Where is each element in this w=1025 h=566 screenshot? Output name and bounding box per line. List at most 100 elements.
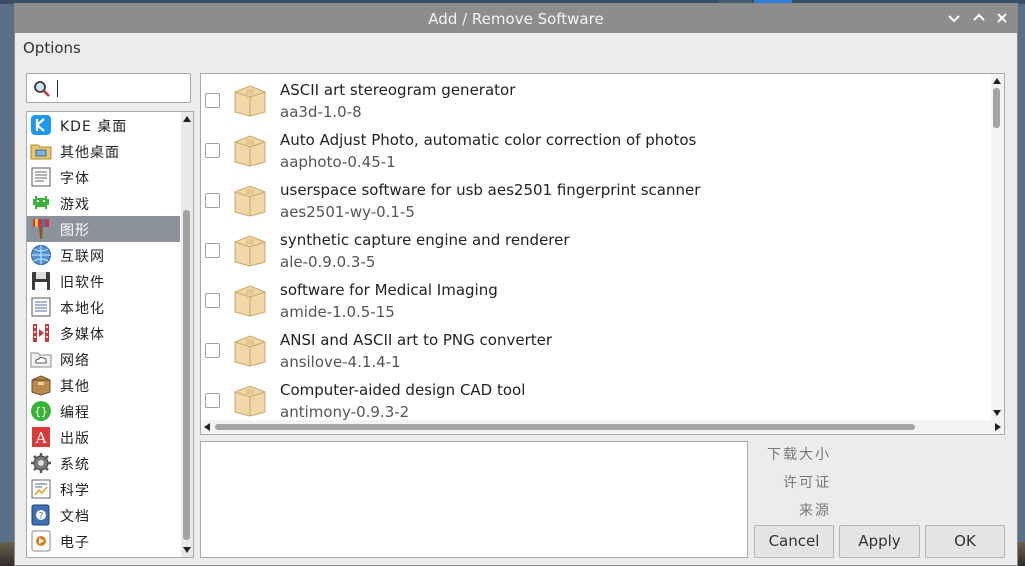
publisher-a-icon: A	[30, 426, 52, 448]
sidebar-item-category[interactable]: 电子	[27, 528, 180, 554]
search-icon[interactable]	[33, 80, 51, 98]
category-label: 互联网	[60, 249, 105, 265]
package-name: ansilove-4.1.4-1	[280, 353, 401, 371]
package-box-icon	[232, 132, 268, 168]
package-name: ale-0.9.0.3-5	[280, 253, 376, 271]
category-list[interactable]: KDE 桌面其他桌面字体游戏图形互联网旧软件本地化多媒体网络其他 {} 编程 A 出版系…	[26, 111, 194, 558]
package-description: ASCII art stereogram generator	[280, 81, 516, 99]
package-row[interactable]: software for Medical Imaging amide-1.0.5-…	[201, 276, 991, 326]
sidebar-item-category[interactable]: 多媒体	[27, 320, 180, 346]
sidebar-item-category[interactable]: 本地化	[27, 294, 180, 320]
scroll-right-arrow-icon[interactable]	[995, 423, 1001, 431]
package-box-icon	[232, 332, 268, 368]
category-scrollbar[interactable]	[181, 112, 193, 557]
package-checkbox[interactable]	[205, 293, 220, 308]
title-bar[interactable]: Add / Remove Software	[15, 4, 1017, 33]
category-label: 图形	[60, 223, 90, 239]
sidebar-item-category[interactable]: 旧软件	[27, 268, 180, 294]
package-name: amide-1.0.5-15	[280, 303, 395, 321]
package-checkbox[interactable]	[205, 393, 220, 408]
package-row[interactable]: Auto Adjust Photo, automatic color corre…	[201, 126, 991, 176]
sidebar-item-category[interactable]: 游戏	[27, 190, 180, 216]
package-hscroll-thumb[interactable]	[215, 424, 915, 430]
sidebar-item-category[interactable]: 互联网	[27, 242, 180, 268]
category-label: 网络	[60, 353, 90, 369]
electronics-icon	[30, 530, 52, 552]
package-name: aes2501-wy-0.1-5	[280, 203, 415, 221]
category-label: 文档	[60, 509, 90, 525]
package-box-icon	[232, 182, 268, 218]
ok-button[interactable]: OK	[925, 525, 1005, 558]
package-row[interactable]: ASCII art stereogram generator aa3d-1.0-8	[201, 76, 991, 126]
category-label: 旧软件	[60, 275, 105, 291]
package-checkbox[interactable]	[205, 143, 220, 158]
svg-text:A: A	[35, 429, 47, 447]
scroll-up-arrow-icon[interactable]	[183, 116, 191, 122]
category-label: 本地化	[60, 301, 105, 317]
category-label: 科学	[60, 483, 90, 499]
package-list[interactable]: ASCII art stereogram generator aa3d-1.0-8…	[200, 73, 1005, 435]
sidebar-item-category[interactable]: ? 文档	[27, 502, 180, 528]
scroll-down-arrow-icon[interactable]	[993, 410, 1001, 416]
package-vscroll-thumb[interactable]	[993, 88, 1000, 128]
package-checkbox[interactable]	[205, 343, 220, 358]
svg-text:?: ?	[39, 512, 44, 522]
close-icon[interactable]	[993, 9, 1011, 27]
scroll-left-arrow-icon[interactable]	[204, 423, 210, 431]
category-label: 字体	[60, 171, 90, 187]
download-size-label: 下载大小	[767, 447, 831, 463]
menu-bar: Options	[15, 33, 1017, 63]
package-row[interactable]: synthetic capture engine and renderer ale…	[201, 226, 991, 276]
package-checkbox[interactable]	[205, 243, 220, 258]
category-scroll-thumb[interactable]	[183, 210, 190, 540]
package-horizontal-scrollbar[interactable]	[201, 420, 1004, 434]
text-caret	[57, 80, 58, 97]
search-box[interactable]	[26, 73, 191, 103]
sidebar-item-category[interactable]: 其他	[27, 372, 180, 398]
maximize-icon[interactable]	[970, 9, 988, 27]
sidebar-item-category[interactable]: KDE 桌面	[27, 112, 180, 138]
category-label: 系统	[60, 457, 90, 473]
sidebar-item-category[interactable]: 其他桌面	[27, 138, 180, 164]
sidebar-item-category[interactable]: A 出版	[27, 424, 180, 450]
sidebar-item-category[interactable]: 科学	[27, 476, 180, 502]
category-label: 电子	[60, 535, 90, 551]
scroll-up-arrow-icon[interactable]	[993, 78, 1001, 84]
cancel-button[interactable]: Cancel	[754, 525, 834, 558]
menu-options[interactable]: Options	[23, 39, 81, 57]
chart-doc-icon	[30, 478, 52, 500]
window-title: Add / Remove Software	[428, 10, 604, 28]
package-box-icon	[232, 232, 268, 268]
minimize-icon[interactable]	[945, 9, 963, 27]
package-description: synthetic capture engine and renderer	[280, 231, 570, 249]
category-label: 游戏	[60, 197, 90, 213]
package-description: software for Medical Imaging	[280, 281, 498, 299]
package-description: userspace software for usb aes2501 finge…	[280, 181, 701, 199]
sidebar-item-category[interactable]: 字体	[27, 164, 180, 190]
floppy-icon	[30, 270, 52, 292]
package-details-pane	[200, 441, 748, 558]
apply-button[interactable]: Apply	[839, 525, 920, 558]
package-box-icon	[232, 282, 268, 318]
package-box-icon	[232, 382, 268, 418]
category-label: KDE 桌面	[60, 119, 128, 135]
document-lines-icon	[30, 296, 52, 318]
sidebar-item-category[interactable]: 系统	[27, 450, 180, 476]
package-checkbox[interactable]	[205, 193, 220, 208]
box-icon	[30, 374, 52, 396]
folder-desktop-icon	[30, 140, 52, 162]
package-checkbox[interactable]	[205, 93, 220, 108]
package-description: Computer-aided design CAD tool	[280, 381, 526, 399]
sidebar-item-category[interactable]: {} 编程	[27, 398, 180, 424]
svg-text:{}: {}	[34, 405, 47, 418]
search-input[interactable]	[55, 77, 185, 99]
package-vertical-scrollbar[interactable]	[991, 74, 1004, 420]
sidebar-item-category[interactable]: 网络	[27, 346, 180, 372]
scroll-down-arrow-icon[interactable]	[183, 547, 191, 553]
source-label: 来源	[799, 503, 831, 519]
package-row[interactable]: ANSI and ASCII art to PNG converter ansil…	[201, 326, 991, 376]
package-description: Auto Adjust Photo, automatic color corre…	[280, 131, 697, 149]
package-row[interactable]: Computer-aided design CAD tool antimony-0…	[201, 376, 991, 426]
sidebar-item-category[interactable]: 图形	[27, 216, 180, 242]
package-row[interactable]: userspace software for usb aes2501 finge…	[201, 176, 991, 226]
